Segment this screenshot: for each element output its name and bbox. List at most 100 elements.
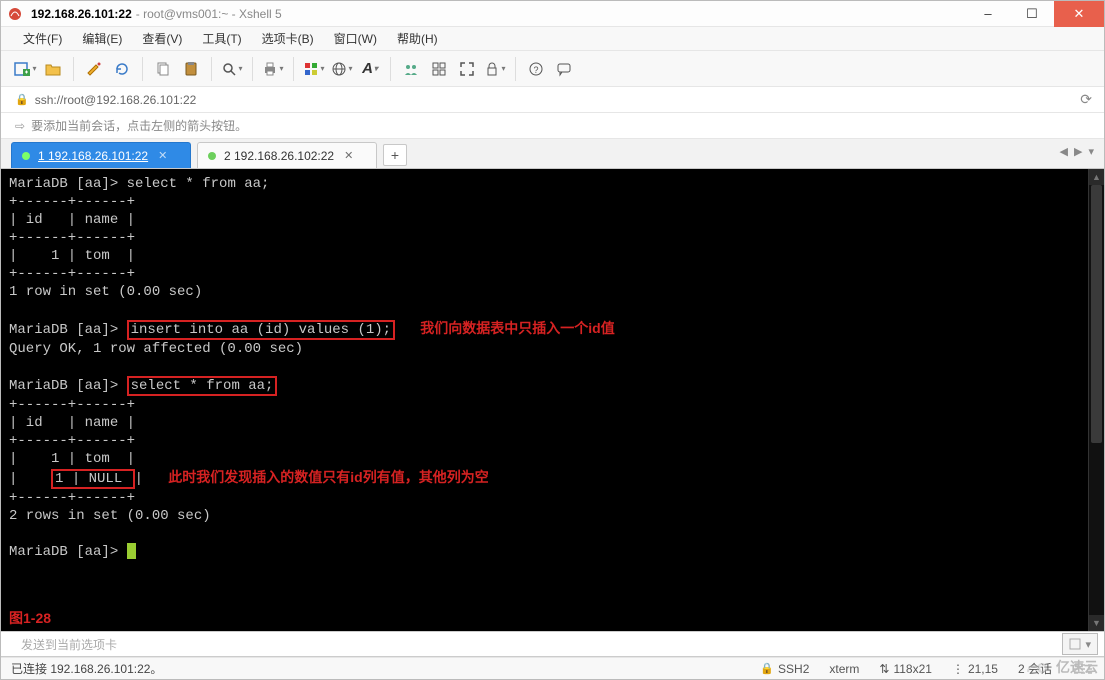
toolbar-separator <box>390 57 391 81</box>
prompt: MariaDB [aa]> <box>9 322 118 338</box>
toolbar: ▾ ▾ ▾ ▾ ▾ A▾ ▾ ? <box>1 51 1104 87</box>
sql-select-1: select * from aa; <box>127 176 270 192</box>
app-icon <box>7 6 23 22</box>
window-title-rest: - root@vms001:~ - Xshell 5 <box>136 7 282 21</box>
app-window: 192.168.26.101:22 - root@vms001:~ - Xshe… <box>0 0 1105 680</box>
menu-edit[interactable]: 编辑(E) <box>74 28 130 49</box>
table-border: +------+------+ <box>9 490 135 506</box>
table-header: | id | name | <box>9 212 135 228</box>
tab-label: 2 192.168.26.102:22 <box>224 149 334 163</box>
annotation-text-1: 我们向数据表中只插入一个id值 <box>420 320 614 336</box>
annotation-text-2: 此时我们发现插入的数值只有id列有值，其他列为空 <box>168 469 488 485</box>
lock-icon[interactable]: ▾ <box>483 57 507 81</box>
table-border: +------+------+ <box>9 397 135 413</box>
terminal-input-bar: 发送到当前选项卡 ▾ <box>1 631 1104 657</box>
font-icon[interactable]: A▾ <box>358 57 382 81</box>
help-icon[interactable]: ? <box>524 57 548 81</box>
hint-text: 要添加当前会话，点击左侧的箭头按钮。 <box>31 117 247 134</box>
watermark-text: 亿速云 <box>1056 657 1098 677</box>
table-border: +------+------+ <box>9 194 135 210</box>
annotation-box-select: select * from aa; <box>127 376 278 396</box>
table-border: +------+------+ <box>9 266 135 282</box>
prompt: MariaDB [aa]> <box>9 544 118 560</box>
toolbar-separator <box>211 57 212 81</box>
menu-tabs[interactable]: 选项卡(B) <box>254 28 322 49</box>
print-icon[interactable]: ▾ <box>261 57 285 81</box>
svg-text:?: ? <box>533 65 538 75</box>
reconnect-icon[interactable] <box>110 57 134 81</box>
toolbar-separator <box>73 57 74 81</box>
toolbar-separator <box>515 57 516 81</box>
tile-icon[interactable] <box>427 57 451 81</box>
search-icon[interactable]: ▾ <box>220 57 244 81</box>
tab-prev-icon[interactable]: ◀ <box>1058 145 1070 158</box>
tab-close-icon[interactable]: ✕ <box>158 149 167 162</box>
menu-window[interactable]: 窗口(W) <box>326 28 385 49</box>
session-tab-2[interactable]: 2 192.168.26.102:22 ✕ <box>197 142 377 168</box>
maximize-button[interactable]: ☐ <box>1010 1 1054 27</box>
annotation-box-null: 1 | NULL <box>51 469 135 489</box>
terminal[interactable]: MariaDB [aa]> select * from aa; +------+… <box>1 169 1088 631</box>
status-dot-icon <box>22 152 30 160</box>
minimize-button[interactable]: – <box>966 1 1010 27</box>
hint-arrow-icon[interactable]: ⇨ <box>15 119 25 133</box>
close-button[interactable]: ✕ <box>1054 1 1104 27</box>
tab-nav: ◀ ▶ ▾ <box>1058 145 1096 158</box>
title-bar: 192.168.26.101:22 - root@vms001:~ - Xshe… <box>1 1 1104 27</box>
toolbar-separator <box>142 57 143 81</box>
session-tab-1[interactable]: 1 192.168.26.101:22 ✕ <box>11 142 191 168</box>
status-connected: 已连接 192.168.26.101:22。 <box>11 660 740 677</box>
paste-icon[interactable] <box>179 57 203 81</box>
terminal-cursor <box>127 543 136 559</box>
status-dot-icon <box>208 152 216 160</box>
terminal-scrollbar[interactable]: ▲ ▼ <box>1088 169 1104 631</box>
scroll-down-icon[interactable]: ▼ <box>1089 615 1104 631</box>
status-cursor: ⋮ 21,15 <box>952 662 998 676</box>
status-bar: 已连接 192.168.26.101:22。 🔒SSH2 xterm ⇅ 118… <box>1 657 1104 679</box>
query-ok: Query OK, 1 row affected (0.00 sec) <box>9 341 303 357</box>
tab-strip: 1 192.168.26.101:22 ✕ 2 192.168.26.102:2… <box>1 139 1104 169</box>
address-bar: 🔒 ssh://root@192.168.26.101:22 ⟳ <box>1 87 1104 113</box>
add-tab-button[interactable]: + <box>383 144 407 166</box>
table-border: +------+------+ <box>9 433 135 449</box>
lock-icon: 🔒 <box>760 662 774 675</box>
menu-tools[interactable]: 工具(T) <box>194 28 249 49</box>
tab-list-icon[interactable]: ▾ <box>1086 145 1096 158</box>
users-icon[interactable] <box>399 57 423 81</box>
prompt: MariaDB [aa]> <box>9 378 118 394</box>
table-border: +------+------+ <box>9 230 135 246</box>
new-tab-icon[interactable]: ▾ <box>13 57 37 81</box>
hint-bar: ⇨ 要添加当前会话，点击左侧的箭头按钮。 <box>1 113 1104 139</box>
window-title-host: 192.168.26.101:22 <box>31 7 132 21</box>
menu-file[interactable]: 文件(F) <box>15 28 70 49</box>
table-header: | id | name | <box>9 415 135 431</box>
prompt: MariaDB [aa]> <box>9 176 118 192</box>
toolbar-separator <box>293 57 294 81</box>
feedback-icon[interactable] <box>552 57 576 81</box>
table-row: | 1 | tom | <box>9 451 135 467</box>
reload-icon[interactable]: ⟳ <box>1080 91 1092 108</box>
terminal-input[interactable]: 发送到当前选项卡 <box>1 636 1062 653</box>
menu-bar: 文件(F) 编辑(E) 查看(V) 工具(T) 选项卡(B) 窗口(W) 帮助(… <box>1 27 1104 51</box>
tab-close-icon[interactable]: ✕ <box>344 149 353 162</box>
result-summary: 2 rows in set (0.00 sec) <box>9 508 211 524</box>
open-folder-icon[interactable] <box>41 57 65 81</box>
globe-icon[interactable]: ▾ <box>330 57 354 81</box>
scroll-up-icon[interactable]: ▲ <box>1089 169 1104 185</box>
scroll-thumb[interactable] <box>1091 185 1102 443</box>
annotation-box-insert: insert into aa (id) values (1); <box>127 320 395 340</box>
status-size: ⇅ 118x21 <box>879 662 932 676</box>
tab-next-icon[interactable]: ▶ <box>1072 145 1084 158</box>
properties-icon[interactable] <box>82 57 106 81</box>
menu-help[interactable]: 帮助(H) <box>389 28 446 49</box>
fullscreen-icon[interactable] <box>455 57 479 81</box>
send-mode-button[interactable]: ▾ <box>1062 633 1098 655</box>
window-buttons: – ☐ ✕ <box>966 1 1104 27</box>
toolbar-separator <box>252 57 253 81</box>
menu-view[interactable]: 查看(V) <box>134 28 190 49</box>
address-url[interactable]: ssh://root@192.168.26.101:22 <box>35 93 197 107</box>
color-scheme-icon[interactable]: ▾ <box>302 57 326 81</box>
copy-icon[interactable] <box>151 57 175 81</box>
scroll-track[interactable] <box>1089 185 1104 615</box>
table-row: | 1 | tom | <box>9 248 135 264</box>
